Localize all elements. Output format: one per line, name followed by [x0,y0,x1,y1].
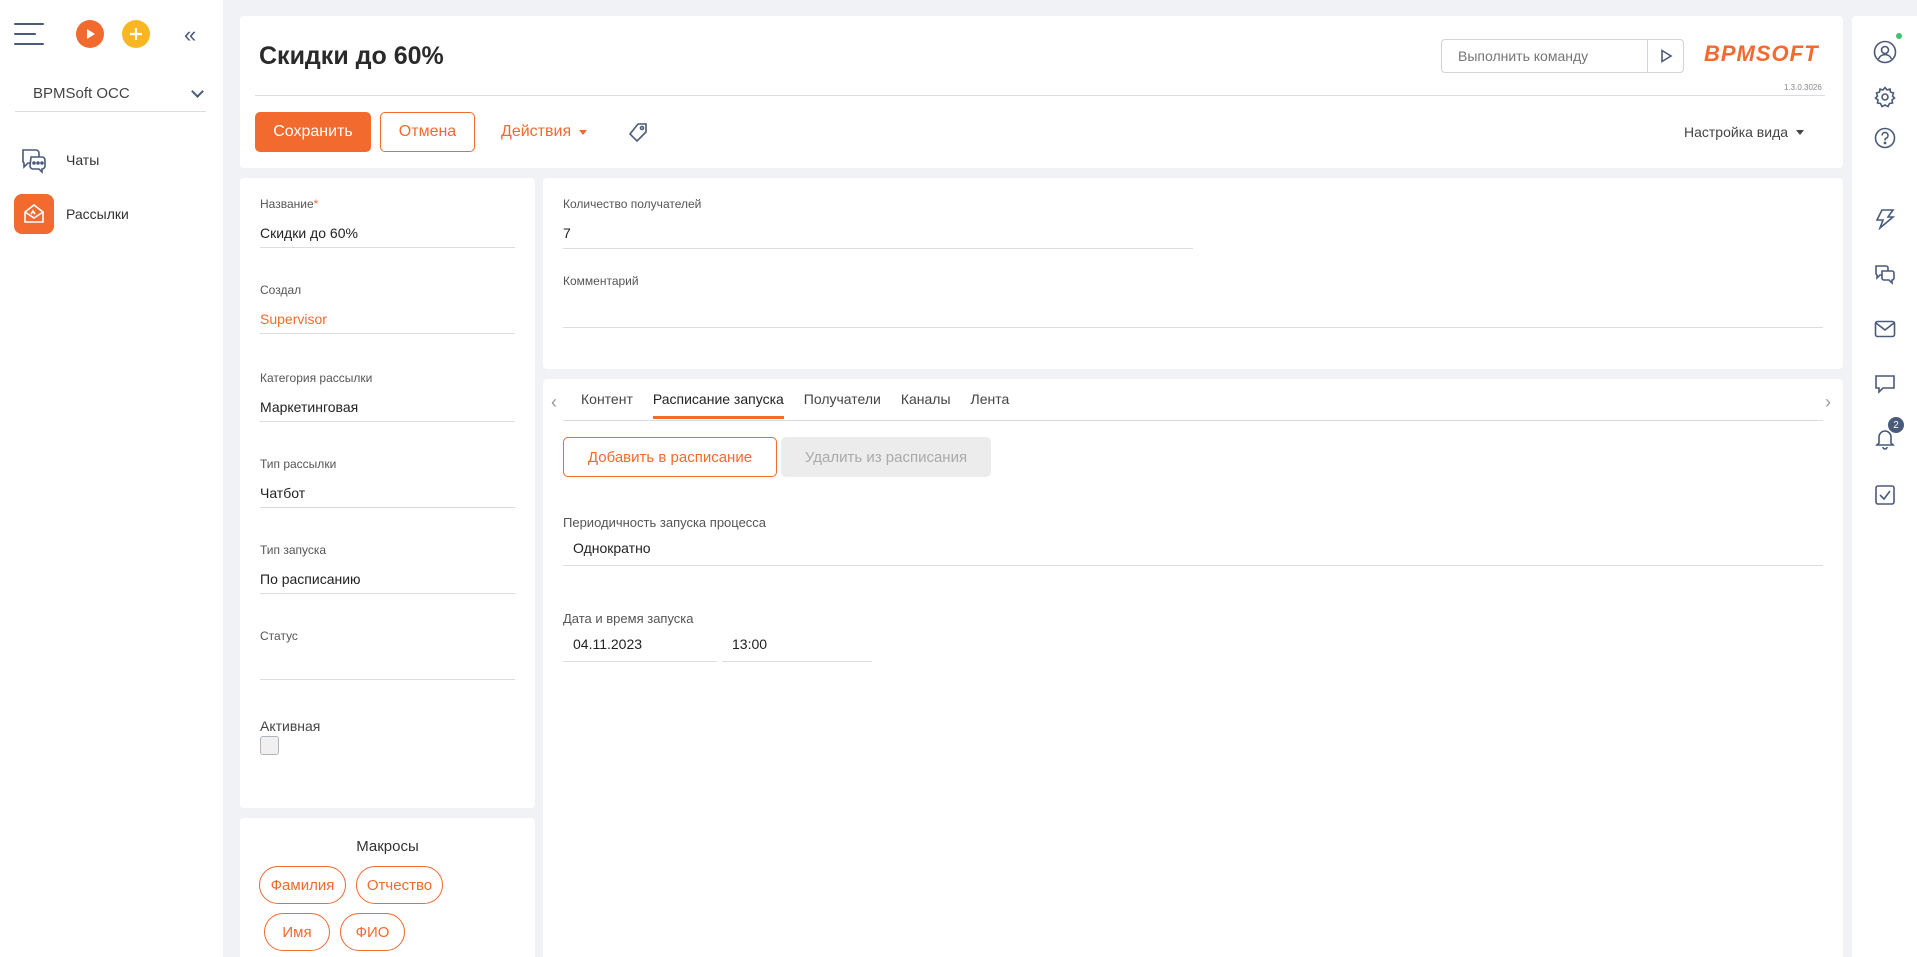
menu-icon[interactable] [14,23,44,45]
time-input[interactable]: 13:00 [722,636,872,662]
play-icon[interactable] [76,20,104,48]
creator-field: Создал Supervisor [260,283,515,334]
tabs-scroll-right-icon[interactable]: › [1825,392,1831,413]
sidebar-item-mailings[interactable]: Рассылки [14,194,129,234]
macro-chip-fullname[interactable]: ФИО [340,913,405,951]
workspace-label: BPMSoft OCC [33,85,130,102]
mail-icon[interactable] [1872,316,1898,342]
info-card: Количество получателей 7 Комментарий [543,178,1843,369]
cancel-button[interactable]: Отмена [380,112,475,152]
status-input[interactable] [260,657,515,680]
macros-title: Макросы [356,838,419,855]
creator-label: Создал [260,283,302,297]
chats-icon [14,140,54,180]
datetime-label: Дата и время запуска [563,611,694,626]
profile-icon[interactable] [1872,33,1902,65]
view-setup-label: Настройка вида [1684,124,1789,140]
logo: BPMSOFT [1704,41,1819,66]
add-icon[interactable] [122,20,150,48]
run-command-icon[interactable] [1647,40,1683,72]
tabs-card: ‹ Контент Расписание запуска Получатели … [543,379,1843,957]
fields-card: Название* Скидки до 60% Создал Superviso… [240,178,535,808]
page-title: Скидки до 60% [259,42,444,70]
active-checkbox[interactable] [260,736,279,755]
notifications-badge: 2 [1888,417,1904,433]
remove-from-schedule-button[interactable]: Удалить из расписания [781,437,991,477]
chats-icon[interactable] [1872,261,1898,287]
tab-bar: Контент Расписание запуска Получатели Ка… [581,391,1029,419]
tab-schedule[interactable]: Расписание запуска [652,391,784,419]
periodicity-label: Периодичность запуска процесса [563,515,767,530]
version-label: 1.3.0.3026 [1784,83,1822,92]
macros-card: Макросы Фамилия Отчество Имя ФИО [240,818,535,957]
command-box [1441,39,1684,73]
active-label: Активная [260,718,321,734]
type-label: Тип рассылки [260,457,337,471]
mailing-icon [14,194,54,234]
actions-button[interactable]: Действия [501,123,588,141]
macro-chip-surname[interactable]: Фамилия [259,866,346,904]
creator-link[interactable]: Supervisor [260,311,515,334]
help-icon[interactable] [1872,125,1898,151]
status-label: Статус [260,629,298,643]
macro-chip-patronymic[interactable]: Отчество [356,866,443,904]
date-input[interactable]: 04.11.2023 [563,636,717,662]
view-setup-button[interactable]: Настройка вида [1684,124,1805,140]
caret-down-icon [579,129,588,135]
status-field: Статус [260,629,515,680]
lightning-icon[interactable] [1872,206,1898,232]
category-label: Категория рассылки [260,371,373,385]
caret-down-icon [1796,129,1805,135]
tasks-icon[interactable] [1872,482,1898,508]
name-field: Название* Скидки до 60% [260,197,515,248]
right-toolbar: 2 [1852,16,1917,957]
collapse-sidebar-icon[interactable]: « [184,24,196,46]
command-input[interactable] [1442,48,1647,64]
macro-chip-name[interactable]: Имя [264,913,330,951]
sidebar-item-label: Чаты [66,152,100,168]
comment-input[interactable] [563,300,1823,328]
recipients-value: 7 [563,225,1193,249]
workspace-select[interactable]: BPMSoft OCC [15,76,206,112]
header-card: Скидки до 60% BPMSOFT 1.3.0.3026 Сохрани… [240,16,1843,168]
sidebar-top-controls [14,20,150,48]
type-field: Тип рассылки Чатбот [260,457,515,508]
online-status-dot [1896,33,1902,39]
recipients-label: Количество получателей [563,197,702,211]
launch-type-input[interactable]: По расписанию [260,571,515,594]
header-divider [255,95,1825,96]
name-input[interactable]: Скидки до 60% [260,225,515,248]
name-label: Название* [260,197,319,211]
periodicity-input[interactable]: Однократно [563,540,1823,566]
add-to-schedule-button[interactable]: Добавить в расписание [563,437,777,477]
tabs-scroll-left-icon[interactable]: ‹ [551,392,557,413]
type-input[interactable]: Чатбот [260,485,515,508]
tab-channels[interactable]: Каналы [901,391,951,419]
chevron-down-icon [191,84,204,98]
left-sidebar: « BPMSoft OCC Чаты Рассылки [0,0,223,957]
tab-content[interactable]: Контент [581,391,633,419]
tag-icon[interactable] [627,122,649,147]
tab-feed[interactable]: Лента [971,391,1010,419]
required-marker: * [313,197,319,211]
sidebar-item-chats[interactable]: Чаты [14,140,99,180]
bell-icon[interactable]: 2 [1872,417,1904,452]
tabs-divider [563,420,1823,421]
category-field: Категория рассылки Маркетинговая [260,371,515,422]
sidebar-item-label: Рассылки [66,206,129,222]
message-icon[interactable] [1872,371,1898,397]
actions-label: Действия [501,123,572,140]
comment-label: Комментарий [563,274,639,288]
gear-icon[interactable] [1872,84,1898,110]
launch-type-field: Тип запуска По расписанию [260,543,515,594]
save-button[interactable]: Сохранить [255,112,371,152]
launch-type-label: Тип запуска [260,543,327,557]
category-input[interactable]: Маркетинговая [260,399,515,422]
tab-recipients[interactable]: Получатели [804,391,881,419]
